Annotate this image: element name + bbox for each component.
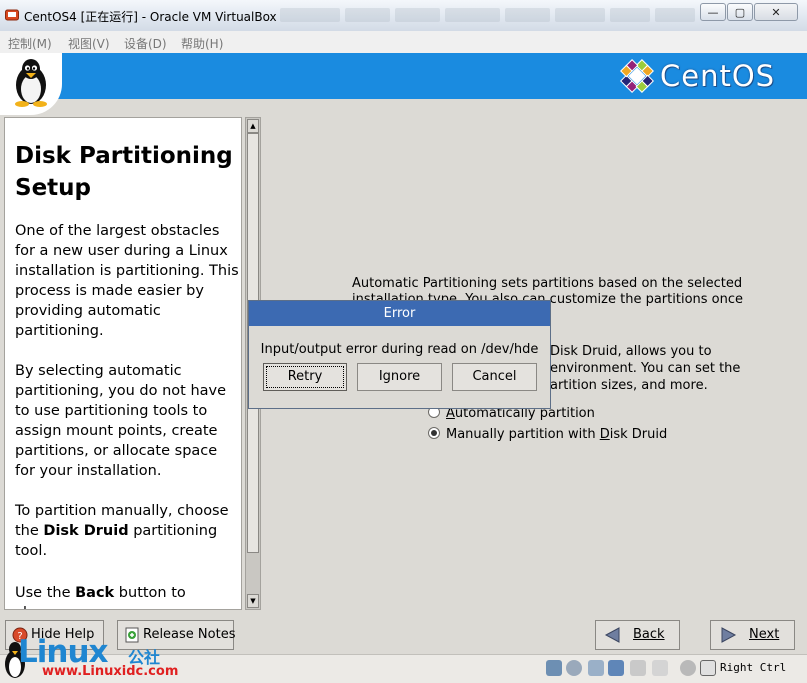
background-tab-ghost xyxy=(505,8,550,22)
menu-control[interactable]: 控制(M) xyxy=(8,35,52,52)
ignore-button[interactable]: Ignore xyxy=(357,363,442,391)
network-icon[interactable] xyxy=(608,660,624,676)
usb-icon[interactable] xyxy=(588,660,604,676)
window-titlebar: CentOS4 [正在运行] - Oracle VM VirtualBox — … xyxy=(0,0,807,32)
shared-folders-icon[interactable] xyxy=(630,660,646,676)
background-tab-ghost xyxy=(280,8,340,22)
minimize-button[interactable]: — xyxy=(700,3,726,21)
background-tab-ghost xyxy=(445,8,500,22)
scroll-down-arrow-icon[interactable]: ▼ xyxy=(247,594,259,608)
release-notes-icon xyxy=(125,627,139,643)
virtualbox-app-icon xyxy=(5,9,19,21)
main-description-line: Automatic Partitioning sets partitions b… xyxy=(352,276,743,291)
host-key-label: Right Ctrl xyxy=(720,661,787,674)
centos-logo: CentOS xyxy=(620,58,800,94)
retry-button[interactable]: Retry xyxy=(263,363,347,391)
help-panel: Disk Partitioning Setup One of the large… xyxy=(4,117,242,610)
arrow-right-icon xyxy=(721,627,737,643)
radio-checked-icon[interactable] xyxy=(428,427,440,439)
installer-header: CentOS xyxy=(0,53,807,115)
background-tab-ghost xyxy=(345,8,390,22)
help-paragraph-4: Use the Back button to choose xyxy=(15,585,186,609)
radio-manual-partition[interactable]: Manually partition with Disk Druid xyxy=(428,427,667,442)
tux-penguin-icon xyxy=(15,59,47,107)
scroll-up-arrow-icon[interactable]: ▲ xyxy=(247,119,259,133)
capture-icon[interactable] xyxy=(680,660,696,676)
cancel-button[interactable]: Cancel xyxy=(452,363,537,391)
next-button-label: Next xyxy=(749,627,780,642)
watermark-url: www.Linuxidc.com xyxy=(42,664,179,679)
help-paragraph-1: One of the largest obstacles for a new u… xyxy=(15,223,239,339)
window-title: CentOS4 [正在运行] - Oracle VM VirtualBox xyxy=(24,10,277,24)
close-button[interactable]: ✕ xyxy=(754,3,798,21)
harddisk-icon[interactable] xyxy=(546,660,562,676)
arrow-left-icon xyxy=(604,627,620,643)
dialog-message: Input/output error during read on /dev/h… xyxy=(260,342,539,357)
menu-devices[interactable]: 设备(D) xyxy=(124,35,167,52)
help-title: Disk Partitioning Setup xyxy=(15,143,233,201)
background-tab-ghost xyxy=(555,8,605,22)
background-tab-ghost xyxy=(655,8,695,22)
back-button-label: Back xyxy=(633,627,665,642)
menubar: 控制(M) 视图(V) 设备(D) 帮助(H) xyxy=(0,31,807,54)
centos-wordmark: CentOS xyxy=(660,59,776,93)
help-paragraph-2: By selecting automatic partitioning, you… xyxy=(15,363,227,479)
next-button[interactable]: Next xyxy=(710,620,795,650)
dialog-title: Error xyxy=(249,301,550,326)
error-dialog: Error Input/output error during read on … xyxy=(248,300,551,409)
centos-emblem-icon xyxy=(620,59,654,93)
background-tab-ghost xyxy=(395,8,440,22)
back-button[interactable]: Back xyxy=(595,620,680,650)
optical-drive-icon[interactable] xyxy=(566,660,582,676)
help-paragraph-3: To partition manually, choose the Disk D… xyxy=(15,503,229,559)
background-tab-ghost xyxy=(610,8,650,22)
main-description-line: environment. You can set the xyxy=(550,361,741,376)
main-description-line: Disk Druid, allows you to xyxy=(550,344,712,359)
menu-help[interactable]: 帮助(H) xyxy=(181,35,223,52)
keyboard-capture-icon[interactable] xyxy=(700,660,716,676)
main-description-line: artition sizes, and more. xyxy=(550,378,708,393)
display-icon[interactable] xyxy=(652,660,668,676)
restore-button[interactable]: ▢ xyxy=(727,3,753,21)
tux-badge xyxy=(0,53,62,115)
menu-view[interactable]: 视图(V) xyxy=(68,35,110,52)
